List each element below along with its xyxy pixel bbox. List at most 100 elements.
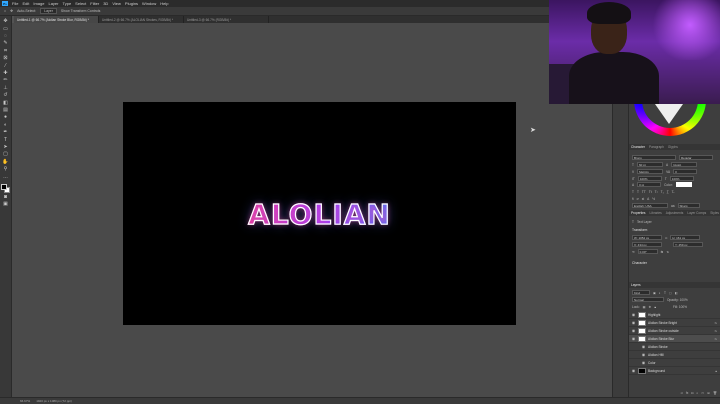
angle-field[interactable]: 0.00° [637, 249, 658, 254]
layer-row[interactable]: ◉ Alolian Stroke outside fx [629, 327, 720, 335]
visibility-eye-icon[interactable]: ◉ [631, 320, 636, 325]
show-transform-checkbox-label[interactable]: Show Transform Controls [61, 9, 101, 13]
layer-name[interactable]: Alolian Stroke outside [648, 329, 679, 333]
subscript-button[interactable]: T₁ [661, 190, 664, 194]
blend-mode-select[interactable]: Normal [632, 297, 664, 302]
hand-tool-icon[interactable]: ✋ [2, 159, 9, 165]
menu-image[interactable]: Image [33, 1, 44, 6]
clone-stamp-icon[interactable]: ⊥ [2, 85, 9, 92]
layer-row[interactable]: ◉ Highlight [629, 311, 720, 319]
visibility-eye-icon[interactable]: ◉ [631, 368, 636, 373]
visibility-eye-icon[interactable]: ◉ [641, 344, 646, 349]
flip-horizontal-icon[interactable]: ⇆ [661, 250, 664, 254]
menu-view[interactable]: View [112, 1, 121, 6]
document-info[interactable]: 1920 px x 1080 px (72 ppi) [36, 399, 72, 403]
path-select-icon[interactable]: ➤ [2, 145, 9, 151]
screen-mode-icon[interactable]: ▣ [2, 202, 9, 208]
opacity-field[interactable]: Opacity: 100% [667, 298, 688, 302]
effect-row[interactable]: ◉ Alolian Stroke [629, 343, 720, 351]
height-field[interactable]: H: 161 px [670, 235, 701, 240]
text-color-swatch[interactable] [675, 182, 692, 187]
filter-shape-icon[interactable]: ▢ [669, 291, 672, 295]
color-triangle[interactable] [655, 104, 683, 124]
brush-tool-icon[interactable]: ✏ [2, 78, 9, 84]
menu-3d[interactable]: 3D [103, 1, 108, 6]
home-icon[interactable]: ⌂ [4, 9, 6, 13]
layer-row[interactable]: ◉ Background 🔒︎ [629, 367, 720, 375]
language-select[interactable]: English: USA [632, 203, 668, 208]
layer-name[interactable]: Background [648, 369, 665, 373]
color-swatches[interactable] [1, 183, 10, 193]
tab-layer-comps[interactable]: Layer Comps [687, 211, 706, 215]
visibility-eye-icon[interactable]: ◉ [631, 336, 636, 341]
tab-adjustments[interactable]: Adjustments [666, 211, 684, 215]
vertical-scale-field[interactable]: 100% [637, 176, 662, 181]
filter-pixel-icon[interactable]: ▣ [653, 291, 656, 295]
zoom-level[interactable]: 66.67% [20, 399, 30, 403]
fx-icon[interactable]: fx [715, 321, 717, 325]
fractions-button[interactable]: ½ [652, 197, 655, 201]
tab-paragraph[interactable]: Paragraph [649, 145, 664, 149]
fill-field[interactable]: Fill: 100% [673, 305, 687, 309]
tab-document-3[interactable]: Untitled-3 @ 66.7% (RGB/8#) * [184, 16, 269, 23]
move-tool-icon[interactable]: ✥ [2, 19, 9, 25]
tab-properties[interactable]: Properties [631, 211, 646, 215]
menu-edit[interactable]: Edit [22, 1, 29, 6]
tab-styles[interactable]: Styles [710, 211, 719, 215]
tab-document-1[interactable]: Untitled-1 @ 66.7% (Alolian Stroke Blur,… [14, 16, 99, 23]
type-tool-icon[interactable]: T [2, 137, 9, 143]
tab-layers[interactable]: Layers [631, 283, 641, 287]
layer-name[interactable]: Alolian Stroke Bright [648, 321, 677, 325]
tracking-field[interactable]: 0 [673, 169, 698, 174]
tab-document-2[interactable]: Untitled-2 @ 66.7% (ALOLIAN Strokes, RGB… [99, 16, 184, 23]
underline-button[interactable]: T̲ [667, 190, 669, 194]
lasso-tool-icon[interactable]: ◌ [2, 34, 9, 40]
marquee-tool-icon[interactable]: ▭ [2, 26, 9, 32]
layer-row-selected[interactable]: ◉ Alolian Stroke Blur fx [629, 335, 720, 343]
effect-row[interactable]: ◉ Color [629, 359, 720, 367]
adjustment-layer-icon[interactable]: ◐ [696, 391, 698, 395]
tab-glyphs[interactable]: Glyphs [668, 145, 678, 149]
quick-mask-icon[interactable]: ◙ [2, 194, 9, 200]
layer-name[interactable]: Alolian Stroke Blur [648, 337, 674, 341]
add-style-icon[interactable]: fx [686, 391, 688, 395]
menu-help[interactable]: Help [160, 1, 168, 6]
menu-select[interactable]: Select [75, 1, 86, 6]
antialias-select[interactable]: Sharp [677, 203, 700, 208]
visibility-eye-icon[interactable]: ◉ [631, 312, 636, 317]
all-caps-button[interactable]: TT [642, 190, 646, 194]
menu-file[interactable]: File [12, 1, 18, 6]
healing-brush-icon[interactable]: ✚ [2, 71, 9, 77]
canvas-area[interactable]: ALOLIAN ➤ [12, 23, 612, 397]
font-style-select[interactable]: Regular [679, 155, 713, 160]
delete-layer-icon[interactable]: 🗑︎ [713, 391, 717, 395]
menu-type[interactable]: Type [63, 1, 72, 6]
menu-layer[interactable]: Layer [48, 1, 58, 6]
flip-vertical-icon[interactable]: ⇅ [666, 250, 669, 254]
effect-name[interactable]: Color [648, 361, 656, 365]
tab-libraries[interactable]: Libraries [650, 211, 662, 215]
menu-window[interactable]: Window [142, 1, 156, 6]
visibility-eye-icon[interactable]: ◉ [641, 352, 646, 357]
link-icon[interactable]: ∞ [665, 236, 667, 240]
tab-character[interactable]: Character [631, 145, 645, 149]
y-field[interactable]: Y: 459 px [673, 242, 703, 247]
baseline-field[interactable]: 0 pt [637, 182, 662, 187]
visibility-eye-icon[interactable]: ◉ [631, 328, 636, 333]
character-section-header[interactable]: Character [632, 261, 647, 265]
filter-adjust-icon[interactable]: ◐ [659, 291, 661, 295]
eyedropper-tool-icon[interactable]: ⁄ [2, 63, 9, 69]
faux-bold-button[interactable]: T [632, 190, 634, 194]
lock-position-icon[interactable]: ✥ [649, 305, 652, 309]
layer-row[interactable]: ◉ Alolian Stroke Bright fx [629, 319, 720, 327]
swash-button[interactable]: st [642, 197, 644, 201]
fx-icon[interactable]: fx [715, 337, 717, 341]
superscript-button[interactable]: T¹ [655, 190, 658, 194]
menu-filter[interactable]: Filter [90, 1, 99, 6]
visibility-eye-icon[interactable]: ◉ [641, 360, 646, 365]
auto-select-dropdown[interactable]: Layer [40, 8, 57, 14]
rectangle-tool-icon[interactable]: ▢ [2, 152, 9, 158]
foreground-color-swatch[interactable] [1, 183, 7, 190]
ordinals-button[interactable]: ơ [637, 197, 639, 201]
font-family-select[interactable]: Bronx [632, 155, 676, 160]
